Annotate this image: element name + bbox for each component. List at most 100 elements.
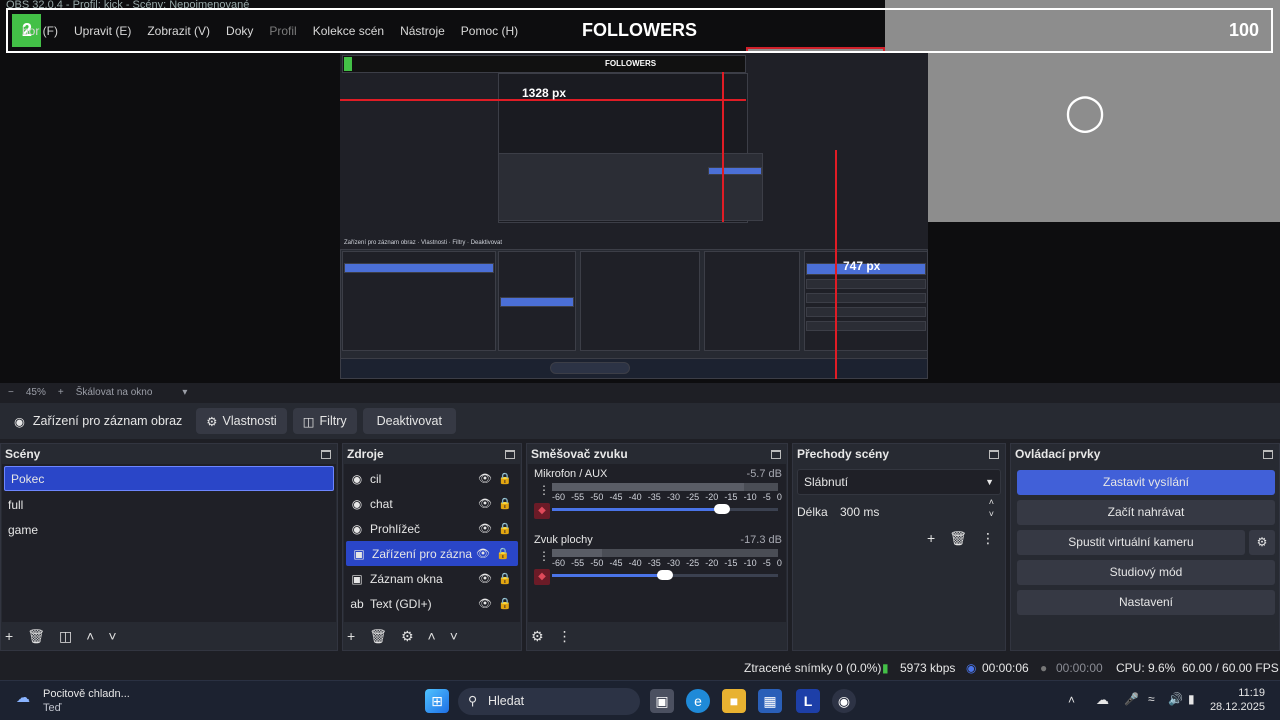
menu-tools[interactable]: Nástroje — [400, 24, 445, 38]
lock-icon[interactable]: 🔒 — [496, 547, 510, 560]
windows-start-icon[interactable]: ⊞ — [425, 689, 449, 713]
trash-icon[interactable]: 🗑 — [369, 628, 387, 645]
more-icon[interactable]: ⋮ — [538, 549, 550, 563]
settings-button[interactable]: Nastavení — [1017, 590, 1275, 615]
eye-icon[interactable]: 👁 — [478, 472, 492, 485]
stepper-icon[interactable]: ˄ ˅ — [989, 496, 994, 520]
microphone-icon[interactable]: 🎤 — [1124, 692, 1139, 706]
lock-icon[interactable]: 🔒 — [498, 472, 512, 485]
scene-item[interactable]: Pokec — [4, 466, 334, 491]
source-item[interactable]: ◉ Prohlížeč 👁 🔒 — [344, 516, 520, 541]
volume-slider[interactable] — [552, 504, 778, 514]
clock-date[interactable]: 28.12.2025 — [1205, 701, 1265, 713]
trash-icon[interactable]: 🗑 — [949, 530, 967, 547]
menu-profile[interactable]: Profil — [269, 24, 296, 38]
gear-icon[interactable]: ⚙ — [531, 628, 544, 645]
cloud-icon[interactable]: ☁ — [1096, 692, 1109, 708]
add-icon[interactable]: + — [5, 628, 13, 644]
undock-icon[interactable] — [321, 449, 331, 459]
weather-title[interactable]: Pocitově chladn... — [43, 688, 130, 700]
eye-icon[interactable]: 👁 — [478, 522, 492, 535]
battery-icon[interactable]: ▮ — [1188, 692, 1195, 706]
eye-icon[interactable]: 👁 — [478, 597, 492, 610]
speaker-icon[interactable]: ◆ — [534, 569, 550, 585]
studio-mode-button[interactable]: Studiový mód — [1017, 560, 1275, 585]
meter-tick-label: -60 — [552, 558, 566, 568]
filters-button[interactable]: ◫ Filtry — [292, 408, 357, 434]
gear-icon[interactable]: ⚙ — [401, 628, 414, 645]
lock-icon[interactable]: 🔒 — [498, 597, 512, 610]
filter-icon[interactable]: ◫ — [59, 628, 72, 645]
menu-scene-collection[interactable]: Kolekce scén — [313, 24, 384, 38]
menu-view[interactable]: Zobrazit (V) — [147, 24, 210, 38]
eye-icon[interactable]: 👁 — [476, 547, 490, 560]
browser-icon: ◉ — [351, 521, 363, 536]
source-item[interactable]: ◉ cil 👁 🔒 — [344, 466, 520, 491]
window-icon: ▣ — [351, 571, 363, 586]
menu-docks[interactable]: Doky — [226, 24, 253, 38]
chevron-down-icon[interactable]: ˅ — [450, 628, 458, 644]
menu-file[interactable]: bor (F) — [22, 24, 58, 38]
lock-icon[interactable]: 🔒 — [498, 522, 512, 535]
speaker-icon[interactable]: ◆ — [534, 503, 550, 519]
speaker-icon[interactable]: 🔊 — [1168, 692, 1183, 706]
menu-help[interactable]: Pomoc (H) — [461, 24, 518, 38]
eye-icon[interactable]: 👁 — [478, 572, 492, 585]
obs-icon[interactable]: ◉ — [832, 689, 856, 713]
add-icon[interactable]: + — [347, 628, 355, 644]
folder-icon[interactable]: ■ — [722, 689, 746, 713]
trash-icon[interactable]: 🗑 — [27, 628, 45, 645]
source-item[interactable]: ▣ Záznam okna 👁 🔒 — [344, 566, 520, 591]
undock-icon[interactable] — [771, 449, 781, 459]
scene-item[interactable]: full — [2, 493, 336, 518]
meter-tick-label: -5 — [762, 558, 771, 568]
store-icon[interactable]: ▦ — [758, 689, 782, 713]
lock-icon[interactable]: 🔒 — [498, 572, 512, 585]
eye-icon[interactable]: 👁 — [478, 497, 492, 510]
source-item[interactable]: ab Text (GDI+) 👁 🔒 — [344, 591, 520, 616]
undock-icon[interactable] — [1263, 449, 1273, 459]
meter-tick-label: -30 — [666, 558, 680, 568]
chevron-up-icon[interactable]: ˄ — [428, 628, 436, 644]
volume-handle[interactable] — [657, 570, 673, 580]
cpu-usage: CPU: 9.6% — [1116, 661, 1176, 675]
deactivate-button[interactable]: Deaktivovat — [362, 408, 456, 434]
start-recording-button[interactable]: Začít nahrávat — [1017, 500, 1275, 525]
wifi-icon[interactable]: ≈ — [1148, 692, 1155, 706]
weather-icon[interactable]: ☁ — [16, 689, 38, 711]
menu-edit[interactable]: Upravit (E) — [74, 24, 131, 38]
chevron-down-icon[interactable]: ˅ — [108, 628, 116, 644]
chevron-up-icon[interactable]: ˄ — [1068, 693, 1075, 707]
undock-icon[interactable] — [505, 449, 515, 459]
source-item[interactable]: ▣ Zařízení pro zázna 👁 🔒 — [346, 541, 518, 566]
start-virtual-camera-button[interactable]: Spustit virtuální kameru — [1017, 530, 1245, 555]
app-l-icon[interactable]: L — [796, 689, 820, 713]
source-item[interactable]: ◉ chat 👁 🔒 — [344, 491, 520, 516]
scale-mode[interactable]: Škálovat na okno — [76, 387, 153, 398]
more-icon[interactable]: ⋮ — [538, 483, 550, 497]
volume-handle[interactable] — [713, 504, 730, 514]
scene-item[interactable]: game — [2, 518, 336, 543]
lock-icon[interactable]: 🔒 — [498, 497, 512, 510]
transition-select[interactable]: Slábnutí ▼ — [797, 469, 1001, 495]
duration-input[interactable]: 300 ms ˄ ˅ — [833, 496, 1001, 525]
preview-canvas[interactable]: OBS 32.0.4 - Profil: kick - Scény: Nepoj… — [0, 0, 1280, 383]
meter-tick-label: -5 — [762, 492, 771, 502]
edge-icon[interactable]: e — [686, 689, 710, 713]
chevron-down-icon[interactable]: ▾ — [182, 387, 187, 398]
zoom-out-button[interactable]: − — [8, 387, 14, 398]
stop-streaming-button[interactable]: Zastavit vysílání — [1017, 470, 1275, 495]
guide-line — [722, 72, 724, 222]
undock-icon[interactable] — [989, 449, 999, 459]
add-icon[interactable]: + — [927, 530, 935, 547]
taskbar-search[interactable]: ⚲ Hledat — [458, 688, 640, 715]
zoom-in-button[interactable]: + — [58, 387, 64, 398]
more-icon[interactable]: ⋮ — [558, 628, 572, 645]
volume-slider[interactable] — [552, 570, 778, 580]
clock-time[interactable]: 11:19 — [1215, 687, 1265, 699]
more-icon[interactable]: ⋮ — [981, 530, 995, 547]
virtual-camera-settings-button[interactable]: ⚙ — [1249, 530, 1275, 555]
chevron-up-icon[interactable]: ˄ — [86, 628, 94, 644]
properties-button[interactable]: ⚙ Vlastnosti — [196, 408, 287, 434]
task-view-icon[interactable]: ▣ — [650, 689, 674, 713]
